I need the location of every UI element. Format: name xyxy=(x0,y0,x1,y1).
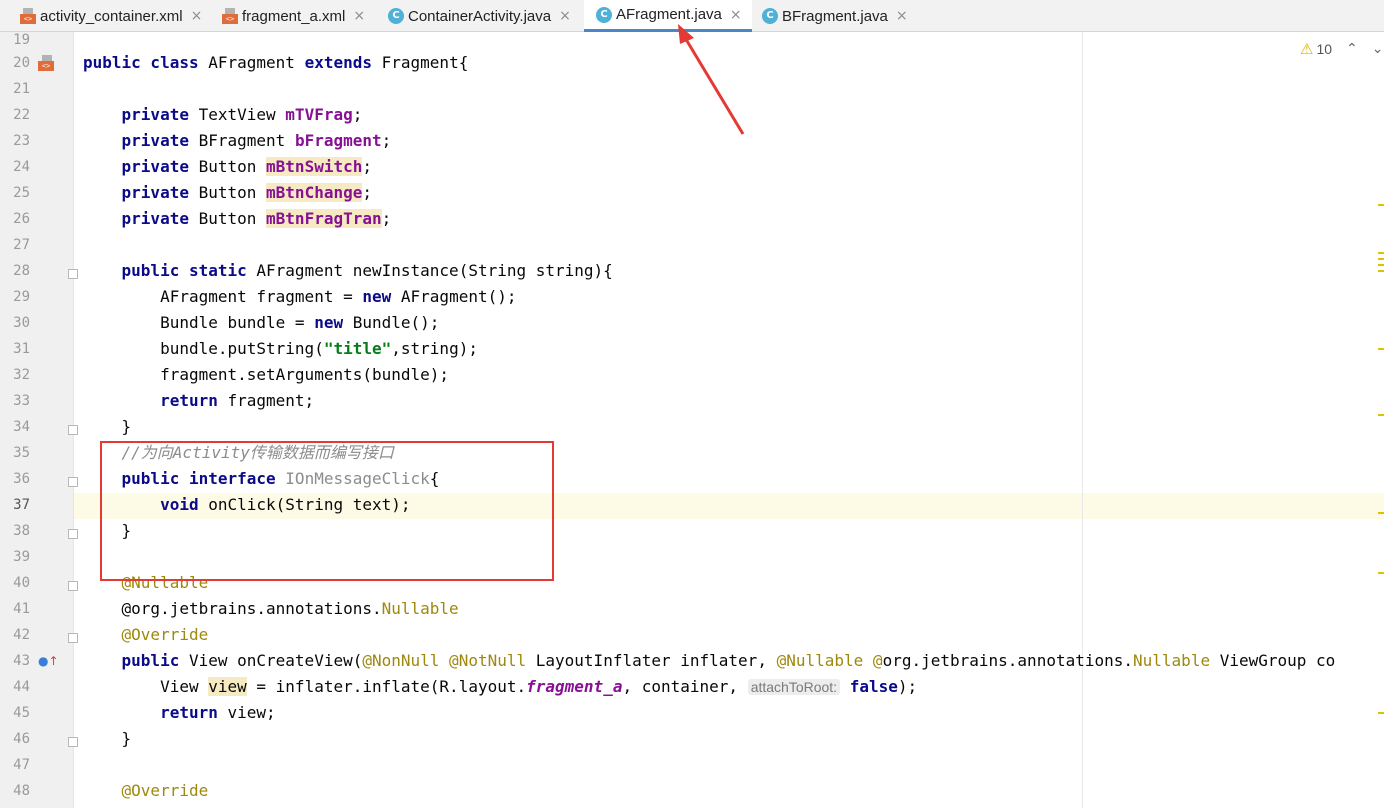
close-icon[interactable]: × xyxy=(896,8,908,24)
chevron-down-icon[interactable]: ⌄ xyxy=(1372,41,1384,57)
code-line: public static AFragment newInstance(Stri… xyxy=(121,261,613,280)
error-stripe-mark[interactable] xyxy=(1378,252,1384,254)
code-line: @org.jetbrains.annotations.Nullable xyxy=(83,599,459,618)
line-number: 23 xyxy=(13,133,30,149)
line-number: 24 xyxy=(13,159,30,175)
fold-toggle-icon[interactable] xyxy=(68,581,78,591)
close-icon[interactable]: × xyxy=(559,8,571,24)
line-number: 45 xyxy=(13,705,30,721)
line-number: 40 xyxy=(13,575,30,591)
code-line: bundle.putString("title",string); xyxy=(83,339,478,358)
error-stripe-mark[interactable] xyxy=(1378,348,1384,350)
line-number: 32 xyxy=(13,367,30,383)
code-line: private Button mBtnSwitch; xyxy=(121,157,372,176)
line-number: 39 xyxy=(13,549,30,565)
tab-bfragment-java[interactable]: C BFragment.java × xyxy=(742,0,922,32)
line-number: 19 xyxy=(13,32,30,48)
line-number: 48 xyxy=(13,783,30,799)
code-line: Bundle bundle = new Bundle(); xyxy=(83,313,440,332)
line-number-current: 37 xyxy=(13,497,30,513)
annotation-arrow xyxy=(678,24,745,135)
error-stripe-mark[interactable] xyxy=(1378,712,1384,714)
line-number: 44 xyxy=(13,679,30,695)
code-line: public View onCreateView(@NonNull @NotNu… xyxy=(121,651,1336,670)
error-stripe-mark[interactable] xyxy=(1378,270,1384,272)
line-number: 47 xyxy=(13,757,30,773)
code-line: } xyxy=(83,729,132,748)
line-number: 38 xyxy=(13,523,30,539)
line-number: 42 xyxy=(13,627,30,643)
code-line: private Button mBtnFragTran; xyxy=(121,209,392,228)
line-number: 33 xyxy=(13,393,30,409)
annotation-highlight-box xyxy=(100,441,554,581)
line-number: 41 xyxy=(13,601,30,617)
fold-toggle-icon[interactable] xyxy=(68,633,78,643)
error-stripe-mark[interactable] xyxy=(1378,258,1384,260)
error-stripe-mark[interactable] xyxy=(1378,572,1384,574)
line-number: 21 xyxy=(13,81,30,97)
fold-toggle-icon[interactable] xyxy=(68,269,78,279)
code-line: fragment.setArguments(bundle); xyxy=(83,365,450,384)
fold-toggle-icon[interactable] xyxy=(68,529,78,539)
xml-file-icon: <> xyxy=(20,8,36,24)
line-number: 28 xyxy=(13,263,30,279)
code-line: return view; xyxy=(160,703,276,722)
java-class-icon: C xyxy=(596,6,612,23)
line-number: 29 xyxy=(13,289,30,305)
tab-activity-container-xml[interactable]: <> activity_container.xml × xyxy=(0,0,212,32)
line-number: 35 xyxy=(13,445,30,461)
code-line: return fragment; xyxy=(160,391,315,410)
warning-triangle-icon: ⚠ xyxy=(1300,40,1314,58)
line-number: 22 xyxy=(13,107,30,123)
line-number: 43 xyxy=(13,653,30,669)
code-line: @Override xyxy=(121,625,209,644)
tab-container-activity-java[interactable]: C ContainerActivity.java × xyxy=(368,0,588,32)
code-line: View view = inflater.inflate(R.layout.fr… xyxy=(83,677,918,696)
code-line: public class AFragment extends Fragment{ xyxy=(83,53,469,72)
override-method-icon[interactable]: ●↑ xyxy=(38,654,59,668)
line-number: 25 xyxy=(13,185,30,201)
chevron-up-icon[interactable]: ⌃ xyxy=(1346,41,1358,57)
line-number: 26 xyxy=(13,211,30,227)
layout-xml-link-icon[interactable]: <> xyxy=(38,55,54,71)
inspection-widget[interactable]: ⚠ 10 ⌃ ⌄ xyxy=(1300,40,1384,58)
fold-toggle-icon[interactable] xyxy=(68,425,78,435)
code-line: AFragment fragment = new AFragment(); xyxy=(83,287,517,306)
line-number: 31 xyxy=(13,341,30,357)
inlay-parameter-hint: attachToRoot: xyxy=(747,679,841,695)
java-class-icon: C xyxy=(388,8,404,24)
line-number: 36 xyxy=(13,471,30,487)
error-stripe-mark[interactable] xyxy=(1378,264,1384,266)
close-icon[interactable]: × xyxy=(191,8,203,24)
fold-toggle-icon[interactable] xyxy=(68,477,78,487)
error-stripe-mark[interactable] xyxy=(1378,204,1384,206)
java-class-icon: C xyxy=(762,8,778,24)
error-stripe-mark[interactable] xyxy=(1378,512,1384,514)
line-number: 30 xyxy=(13,315,30,331)
line-number: 46 xyxy=(13,731,30,747)
tab-label: activity_container.xml xyxy=(40,7,183,25)
tab-label: BFragment.java xyxy=(782,7,888,25)
fold-toggle-icon[interactable] xyxy=(68,737,78,747)
tab-label: fragment_a.xml xyxy=(242,7,346,25)
close-icon[interactable]: × xyxy=(353,8,365,24)
line-number: 20 xyxy=(13,55,30,71)
error-stripe-mark[interactable] xyxy=(1378,414,1384,416)
right-margin-guide xyxy=(1082,32,1083,808)
warning-count: 10 xyxy=(1316,41,1333,57)
tab-label: ContainerActivity.java xyxy=(408,7,552,25)
tab-fragment-a-xml[interactable]: <> fragment_a.xml × xyxy=(202,0,376,32)
code-line: private Button mBtnChange; xyxy=(121,183,372,202)
xml-file-icon: <> xyxy=(222,8,238,24)
editor-gutter[interactable]: 19 20 21 22 23 24 25 26 27 28 29 30 31 3… xyxy=(0,32,78,808)
line-number: 27 xyxy=(13,237,30,253)
line-number: 34 xyxy=(13,419,30,435)
code-line: @Override xyxy=(121,781,209,800)
code-line: } xyxy=(83,417,132,436)
code-line: private BFragment bFragment; xyxy=(121,131,392,150)
code-line: private TextView mTVFrag; xyxy=(121,105,363,124)
